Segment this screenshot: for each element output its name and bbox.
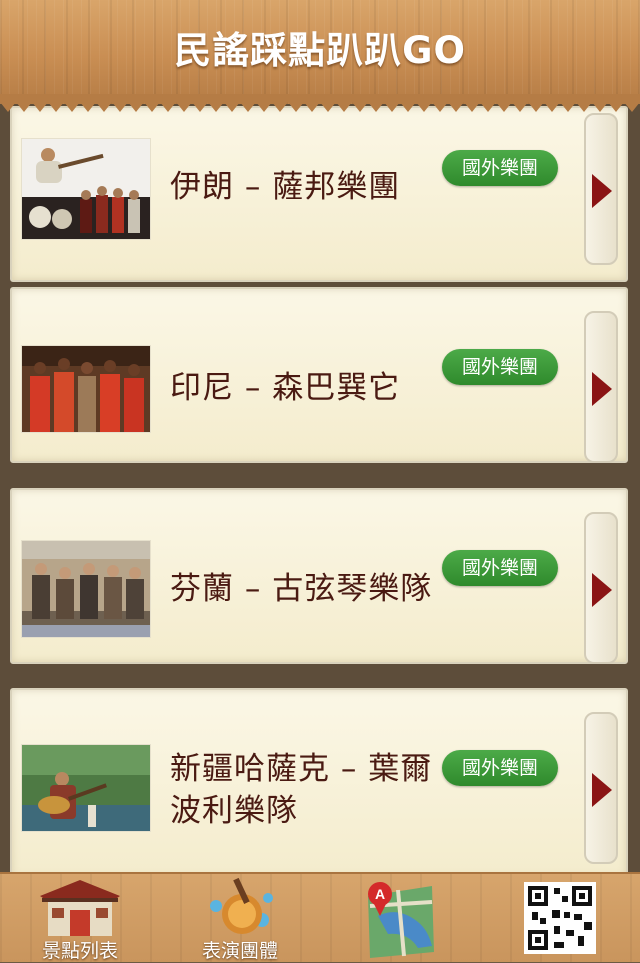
page-title: 民謠踩點趴趴GO xyxy=(174,29,466,72)
tab-qr-scan[interactable] xyxy=(480,874,640,962)
category-badge: 國外樂團 xyxy=(442,750,558,786)
band-title: 芬蘭 – 古弦琴樂隊 xyxy=(170,571,433,607)
play-arrow-icon xyxy=(592,174,612,208)
play-arrow-icon xyxy=(592,573,612,607)
band-list[interactable]: 伊朗 – 薩邦樂團 國外樂團 印尼 – 森巴巽它 國外樂團 芬蘭 – 古弦琴樂隊… xyxy=(0,104,640,872)
band-title: 印尼 – 森巴巽它 xyxy=(170,370,401,406)
list-item[interactable]: 伊朗 – 薩邦樂團 國外樂團 xyxy=(10,106,628,282)
detail-button[interactable] xyxy=(584,512,618,664)
temple-icon xyxy=(40,880,120,936)
svg-text:A: A xyxy=(375,886,385,902)
tab-label: 表演團體 xyxy=(201,940,278,962)
category-badge: 國外樂團 xyxy=(442,150,558,186)
tab-map[interactable]: A xyxy=(320,874,480,962)
list-item[interactable]: 印尼 – 森巴巽它 國外樂團 xyxy=(10,287,628,463)
detail-button[interactable] xyxy=(584,712,618,864)
list-item[interactable]: 新疆哈薩克 – 葉爾波利樂隊 國外樂團 xyxy=(10,688,628,872)
category-badge: 國外樂團 xyxy=(442,550,558,586)
category-badge: 國外樂團 xyxy=(442,349,558,385)
tab-spot-list[interactable]: 景點列表 xyxy=(0,874,160,962)
band-photo xyxy=(21,540,151,638)
header-bar: 民謠踩點趴趴GO xyxy=(0,0,640,112)
map-icon: A xyxy=(368,882,434,958)
play-arrow-icon xyxy=(592,372,612,406)
tab-bar: 景點列表 表演團體 A xyxy=(0,872,640,962)
band-photo xyxy=(21,345,151,433)
band-title: 伊朗 – 薩邦樂團 xyxy=(170,169,401,205)
band-photo xyxy=(21,744,151,832)
qrcode-icon xyxy=(524,882,596,954)
tab-performers[interactable]: 表演團體 xyxy=(160,874,320,962)
band-title: 新疆哈薩克 – 葉爾波利樂隊 xyxy=(170,751,433,829)
band-photo xyxy=(21,138,151,240)
tab-label: 景點列表 xyxy=(41,940,118,962)
header-zigzag-edge xyxy=(0,94,640,112)
detail-button[interactable] xyxy=(584,113,618,265)
instrument-icon xyxy=(210,877,273,934)
detail-button[interactable] xyxy=(584,311,618,463)
list-item[interactable]: 芬蘭 – 古弦琴樂隊 國外樂團 xyxy=(10,488,628,664)
play-arrow-icon xyxy=(592,773,612,807)
